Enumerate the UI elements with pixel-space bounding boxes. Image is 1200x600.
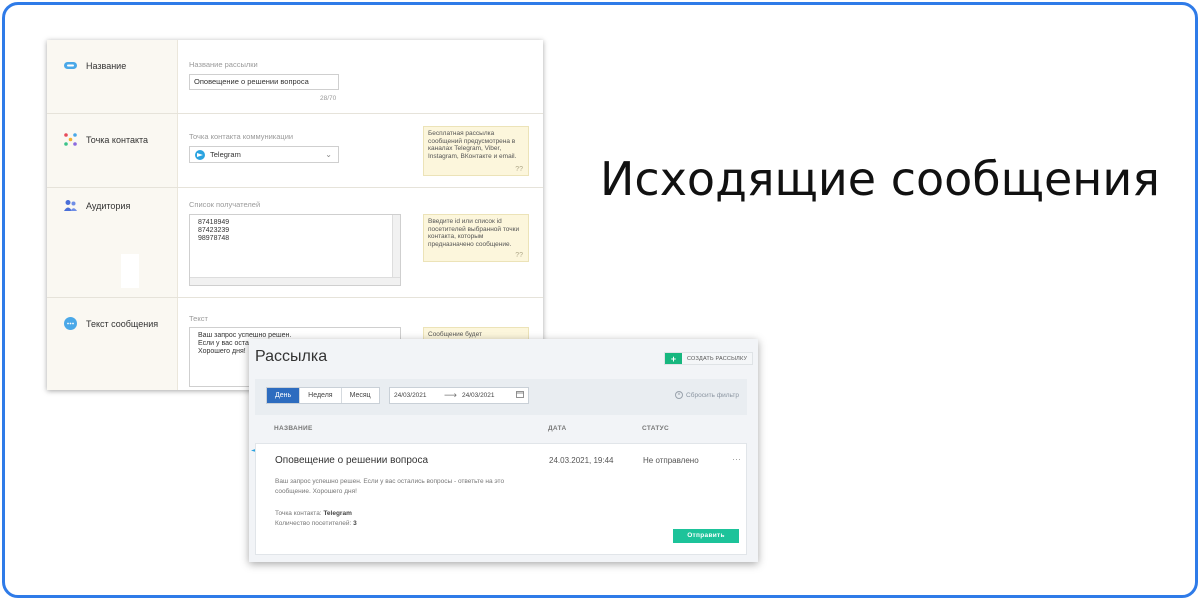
- reset-filter-label: Сбросить фильтр: [686, 391, 739, 399]
- contact-select-value: Telegram: [210, 150, 241, 159]
- tab-day[interactable]: День: [267, 388, 301, 403]
- filter-bar: День Неделя Месяц 24/03/2021 ⟶ 24/03/202…: [255, 379, 747, 415]
- tab-month[interactable]: Месяц: [342, 388, 379, 403]
- visitors-meta-value: 3: [353, 520, 357, 527]
- mailing-list-item[interactable]: Оповещение о решении вопроса 24.03.2021,…: [255, 443, 747, 555]
- tag-icon: [63, 58, 78, 73]
- more-options-icon[interactable]: ···: [732, 454, 741, 464]
- mailing-item-body-line: Ваш запрос успешно решен. Если у вас ост…: [275, 478, 505, 485]
- mailing-item-title[interactable]: Оповещение о решении вопроса: [275, 455, 428, 466]
- mailing-item-status: Не отправлено: [643, 456, 699, 465]
- send-button[interactable]: Отправить: [673, 529, 739, 543]
- row-label-contact: Точка контакта: [63, 132, 148, 147]
- contact-hint-text: Бесплатная рассылка сообщений предусмотр…: [428, 130, 517, 160]
- slide-headline: Исходящие сообщения: [600, 152, 1160, 206]
- row-label-audience-text: Аудитория: [86, 200, 131, 211]
- message-caption: Текст: [189, 314, 208, 323]
- date-range-picker[interactable]: 24/03/2021 ⟶ 24/03/2021: [389, 387, 529, 404]
- visitors-meta-label: Количество посетителей:: [275, 520, 352, 527]
- arrow-right-icon: ⟶: [444, 390, 457, 400]
- audience-line: 87418949: [198, 219, 230, 226]
- telegram-icon: [195, 149, 205, 160]
- users-icon: [63, 198, 78, 213]
- vertical-scrollbar[interactable]: [392, 215, 400, 285]
- name-input[interactable]: Оповещение о решении вопроса: [189, 74, 339, 90]
- plus-icon: +: [665, 353, 682, 364]
- chat-icon: [63, 316, 78, 331]
- chevron-down-icon: ⌄: [325, 150, 332, 159]
- date-from: 24/03/2021: [394, 392, 427, 399]
- contact-hint-mark: ??: [515, 165, 523, 173]
- name-counter: 28/70: [320, 95, 337, 102]
- dots-icon: [63, 132, 78, 147]
- audience-textarea[interactable]: 87418949 87423239 98978748: [189, 214, 401, 286]
- audience-line: 98978748: [198, 235, 230, 242]
- contact-meta-label: Точка контакта:: [275, 510, 322, 517]
- mailing-item-body: Ваш запрос успешно решен. Если у вас ост…: [275, 477, 545, 497]
- audience-line: 87423239: [198, 227, 230, 234]
- row-label-audience: Аудитория: [63, 198, 130, 213]
- form-row-name: Название Название рассылки Оповещение о …: [47, 40, 543, 114]
- row-label-message-text: Текст сообщения: [86, 318, 159, 329]
- form-row-contact: Точка контакта Точка контакта коммуникац…: [47, 114, 543, 188]
- column-header-date: ДАТА: [548, 425, 567, 432]
- column-header-status: СТАТУС: [642, 425, 669, 432]
- row-label-name-text: Название: [86, 60, 127, 71]
- form-row-audience: Аудитория Список получателей 87418949 87…: [47, 188, 543, 298]
- row-label-contact-text: Точка контакта: [86, 134, 149, 145]
- contact-meta-value: Telegram: [323, 510, 352, 517]
- audience-caption: Список получателей: [189, 200, 261, 209]
- period-tabs: День Неделя Месяц: [266, 387, 380, 404]
- row-label-message: Текст сообщения: [63, 316, 158, 331]
- audience-hint-mark: ??: [515, 251, 523, 259]
- close-circle-icon: ×: [675, 391, 684, 399]
- tab-week[interactable]: Неделя: [300, 388, 342, 403]
- sidebar-gap: [121, 254, 139, 288]
- page-title: Рассылка: [255, 348, 328, 365]
- mailing-form-panel: Название Название рассылки Оповещение о …: [47, 40, 543, 390]
- create-mailing-label: СОЗДАТЬ РАССЫЛКУ: [687, 355, 748, 362]
- mailing-item-visitors: Количество посетителей: 3: [275, 520, 357, 527]
- name-caption: Название рассылки: [189, 60, 258, 69]
- mailing-item-contact: Точка контакта: Telegram: [275, 510, 352, 517]
- horizontal-scrollbar[interactable]: [190, 277, 400, 285]
- message-hint-text: Сообщение будет: [428, 331, 482, 338]
- contact-caption: Точка контакта коммуникации: [189, 132, 294, 141]
- date-to: 24/03/2021: [462, 392, 495, 399]
- column-header-name: НАЗВАНИЕ: [274, 425, 313, 432]
- create-mailing-button[interactable]: + СОЗДАТЬ РАССЫЛКУ: [664, 352, 754, 365]
- audience-hint: Введите id или список id посетителей выб…: [423, 214, 529, 262]
- mailing-item-body-line: сообщение. Хорошего дня!: [275, 488, 357, 495]
- mailing-list-panel: Рассылка + СОЗДАТЬ РАССЫЛКУ День Неделя …: [249, 339, 758, 562]
- row-label-name: Название: [63, 58, 126, 73]
- calendar-icon[interactable]: [516, 390, 524, 400]
- audience-hint-text: Введите id или список id посетителей выб…: [428, 218, 520, 248]
- mailing-item-date: 24.03.2021, 19:44: [549, 456, 614, 465]
- contact-hint: Бесплатная рассылка сообщений предусмотр…: [423, 126, 529, 176]
- reset-filter-button[interactable]: × Сбросить фильтр: [675, 391, 739, 399]
- contact-select[interactable]: Telegram ⌄: [189, 146, 339, 163]
